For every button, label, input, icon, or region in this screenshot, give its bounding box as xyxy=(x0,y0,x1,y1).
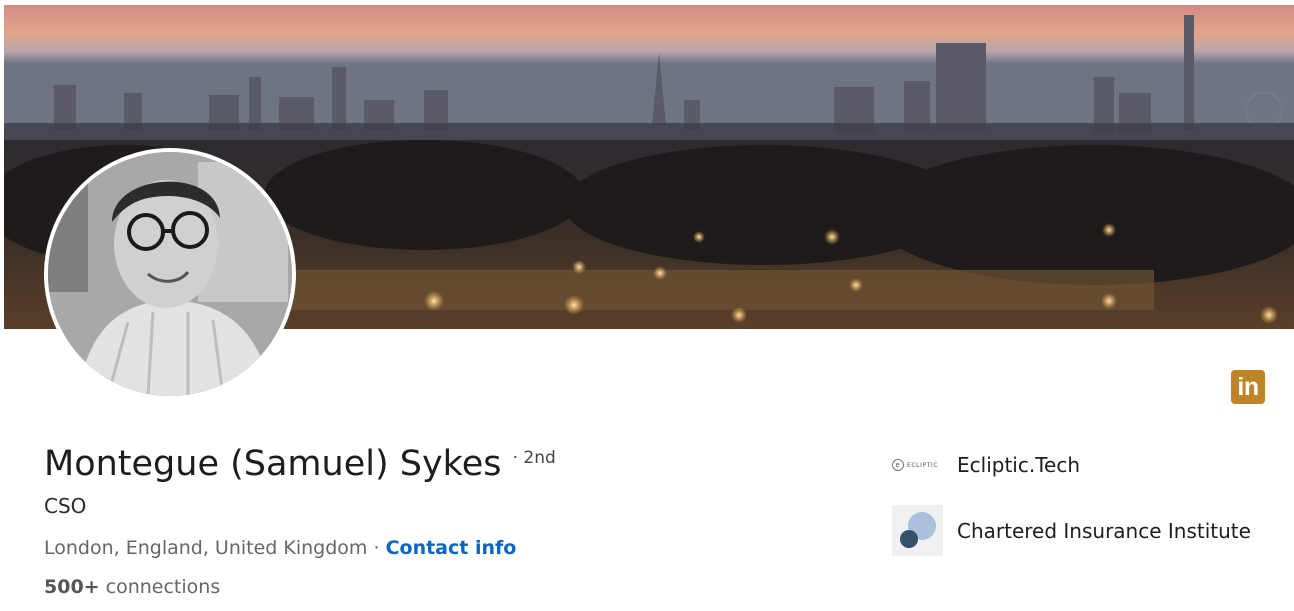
connections-label: connections xyxy=(105,576,221,598)
profile-photo[interactable] xyxy=(44,148,296,400)
profile-name-text: Montegue (Samuel) Sykes xyxy=(44,444,502,484)
ecliptic-logo-text: ECLIPTIC xyxy=(907,461,939,469)
location-row: London, England, United Kingdom · Contac… xyxy=(44,537,516,559)
connections-count[interactable]: 500+ connections xyxy=(44,576,220,598)
org-item-ecliptic[interactable]: e ECLIPTIC Ecliptic.Tech xyxy=(892,452,1080,478)
ecliptic-logo: e ECLIPTIC xyxy=(892,452,944,478)
profile-headline: CSO xyxy=(44,494,87,518)
cii-logo xyxy=(892,505,943,556)
org-name-cii: Chartered Insurance Institute xyxy=(957,518,1251,543)
profile-name: Montegue (Samuel) Sykes · 2nd xyxy=(44,444,556,484)
connection-degree-badge: · 2nd xyxy=(512,448,556,468)
location-separator: · xyxy=(373,537,380,559)
profile-location: London, England, United Kingdom xyxy=(44,537,368,559)
linkedin-icon[interactable]: in xyxy=(1231,370,1265,404)
org-name-ecliptic: Ecliptic.Tech xyxy=(957,453,1080,477)
contact-info-link[interactable]: Contact info xyxy=(386,537,517,559)
profile-card: in Montegue (Samuel) Sykes · 2nd CSO Lon… xyxy=(0,0,1294,611)
ecliptic-logo-mark: e xyxy=(892,459,904,471)
connections-number: 500+ xyxy=(44,576,100,598)
profile-photo-image xyxy=(48,152,292,396)
org-item-cii[interactable]: Chartered Insurance Institute xyxy=(892,505,1251,556)
